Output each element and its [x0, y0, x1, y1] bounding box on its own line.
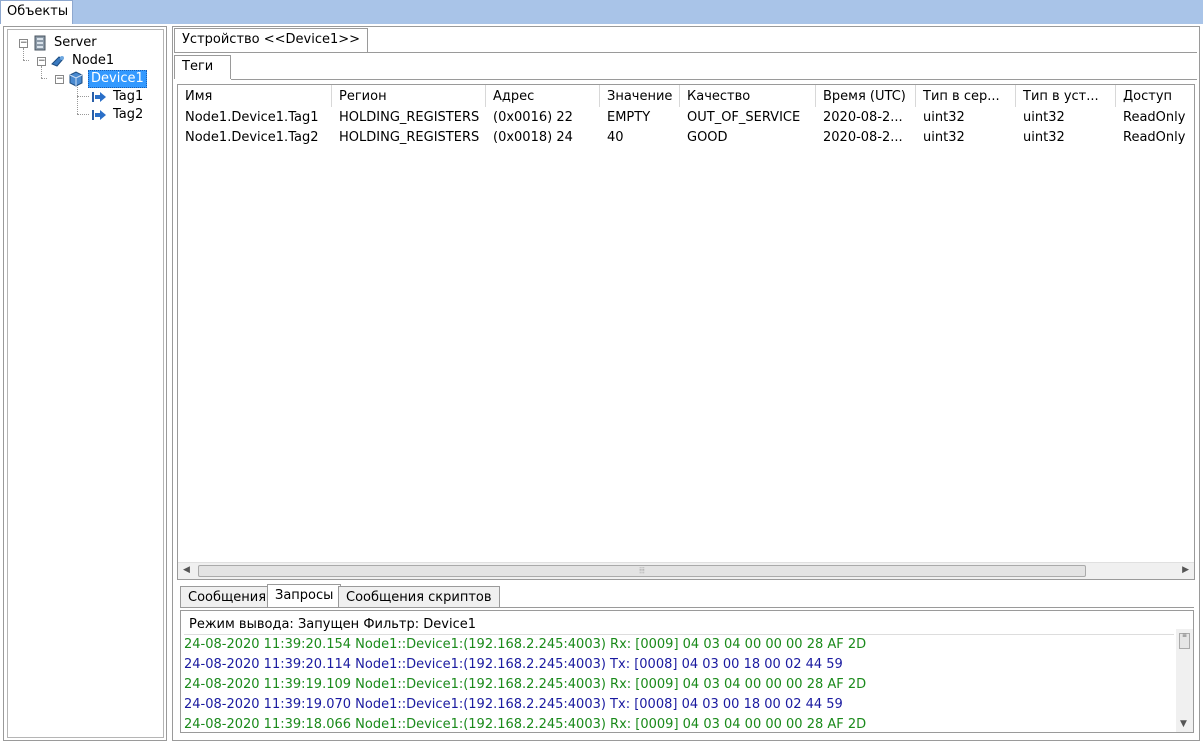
tree-label-tag1: Tag1 [113, 89, 144, 104]
scroll-thumb[interactable]: ⦙⦙⦙ [198, 565, 1086, 577]
cell-time: 2020-08-2... [823, 130, 903, 145]
tree-label-tag2: Tag2 [113, 107, 144, 122]
scroll-right-icon[interactable]: ▶ [1182, 565, 1189, 575]
cell-value: 40 [607, 130, 624, 145]
cell-access: ReadOnly [1123, 130, 1186, 145]
tab-tags[interactable]: Теги [174, 55, 231, 79]
table-row[interactable]: Node1.Device1.Tag2 HOLDING_REGISTERS (0x… [178, 128, 1194, 148]
tab-requests[interactable]: Запросы [267, 584, 342, 608]
log-line: 24-08-2020 11:39:19.109 Node1::Device1:(… [184, 677, 867, 692]
scroll-thumb[interactable]: ≡ [1179, 633, 1190, 649]
tab-objects[interactable]: Объекты [0, 0, 73, 24]
server-icon [32, 35, 48, 51]
column-header-access[interactable]: Доступ [1116, 85, 1194, 107]
cell-device-type: uint32 [1023, 130, 1065, 145]
column-header-value[interactable]: Значение [600, 85, 680, 107]
cell-address: (0x0018) 24 [493, 130, 573, 145]
cell-quality: GOOD [687, 130, 728, 145]
collapse-icon[interactable]: − [19, 38, 28, 48]
cell-region: HOLDING_REGISTERS [339, 110, 480, 125]
collapse-icon[interactable]: − [55, 74, 64, 84]
log-line: 24-08-2020 11:39:18.066 Node1::Device1:(… [184, 717, 867, 732]
log-line: 24-08-2020 11:39:19.070 Node1::Device1:(… [184, 697, 843, 712]
top-tab-bar: Объекты [0, 0, 1203, 24]
scroll-down-icon[interactable]: ▼ [1180, 719, 1187, 729]
log-line: 24-08-2020 11:39:20.114 Node1::Device1:(… [184, 657, 843, 672]
cell-time: 2020-08-2... [823, 110, 903, 125]
tab-messages[interactable]: Сообщения [180, 586, 275, 608]
request-log: Режим вывода: Запущен Фильтр: Device1 24… [180, 610, 1194, 733]
tree-label-device: Device1 [88, 70, 147, 88]
column-header-address[interactable]: Адрес [486, 85, 600, 107]
tree-item-server[interactable]: − Server [19, 34, 99, 52]
log-line: 24-08-2020 11:39:20.154 Node1::Device1:(… [184, 637, 867, 652]
table-row[interactable]: Node1.Device1.Tag1 HOLDING_REGISTERS (0x… [178, 108, 1194, 128]
column-header-time[interactable]: Время (UTC) [816, 85, 916, 107]
cell-address: (0x0016) 22 [493, 110, 573, 125]
objects-panel: − Server − Node1 − Device1 Tag1 Tag2 [3, 26, 167, 741]
tags-grid: Имя Регион Адрес Значение Качество Время… [177, 84, 1195, 580]
device-icon [68, 71, 84, 87]
cell-server-type: uint32 [923, 130, 965, 145]
tag-arrow-icon [91, 107, 107, 123]
tree-item-tag1[interactable]: Tag1 [91, 88, 145, 106]
horizontal-scrollbar[interactable]: ◀ ⦙⦙⦙ ▶ [178, 562, 1194, 579]
cell-region: HOLDING_REGISTERS [339, 130, 480, 145]
collapse-icon[interactable]: − [37, 56, 46, 66]
cell-device-type: uint32 [1023, 110, 1065, 125]
tab-script-messages[interactable]: Сообщения скриптов [338, 586, 500, 608]
tag-arrow-icon [91, 89, 107, 105]
column-header-quality[interactable]: Качество [680, 85, 816, 107]
column-header-name[interactable]: Имя [178, 85, 332, 107]
cell-quality: OUT_OF_SERVICE [687, 110, 801, 125]
tree-item-node[interactable]: − Node1 [37, 52, 116, 70]
vertical-scrollbar[interactable]: ≡ ▼ [1176, 629, 1193, 732]
column-header-device-type[interactable]: Тип в уст... [1016, 85, 1116, 107]
tree-item-tag2[interactable]: Tag2 [91, 106, 145, 124]
grid-header: Имя Регион Адрес Значение Качество Время… [178, 85, 1194, 107]
column-header-server-type[interactable]: Тип в сер... [916, 85, 1016, 107]
tab-device[interactable]: Устройство <<Device1>> [174, 28, 369, 52]
object-tree: − Server − Node1 − Device1 Tag1 Tag2 [7, 29, 164, 738]
cell-name: Node1.Device1.Tag2 [185, 130, 319, 145]
tree-label-node: Node1 [72, 53, 115, 68]
scroll-left-icon[interactable]: ◀ [183, 565, 190, 575]
cell-name: Node1.Device1.Tag1 [185, 110, 319, 125]
log-header: Режим вывода: Запущен Фильтр: Device1 [184, 615, 1174, 635]
cell-value: EMPTY [607, 110, 651, 125]
column-header-region[interactable]: Регион [332, 85, 486, 107]
tree-label-server: Server [54, 35, 97, 50]
cell-access: ReadOnly [1123, 110, 1186, 125]
cell-server-type: uint32 [923, 110, 965, 125]
tree-item-device[interactable]: − Device1 [55, 70, 147, 88]
node-icon [50, 53, 66, 69]
